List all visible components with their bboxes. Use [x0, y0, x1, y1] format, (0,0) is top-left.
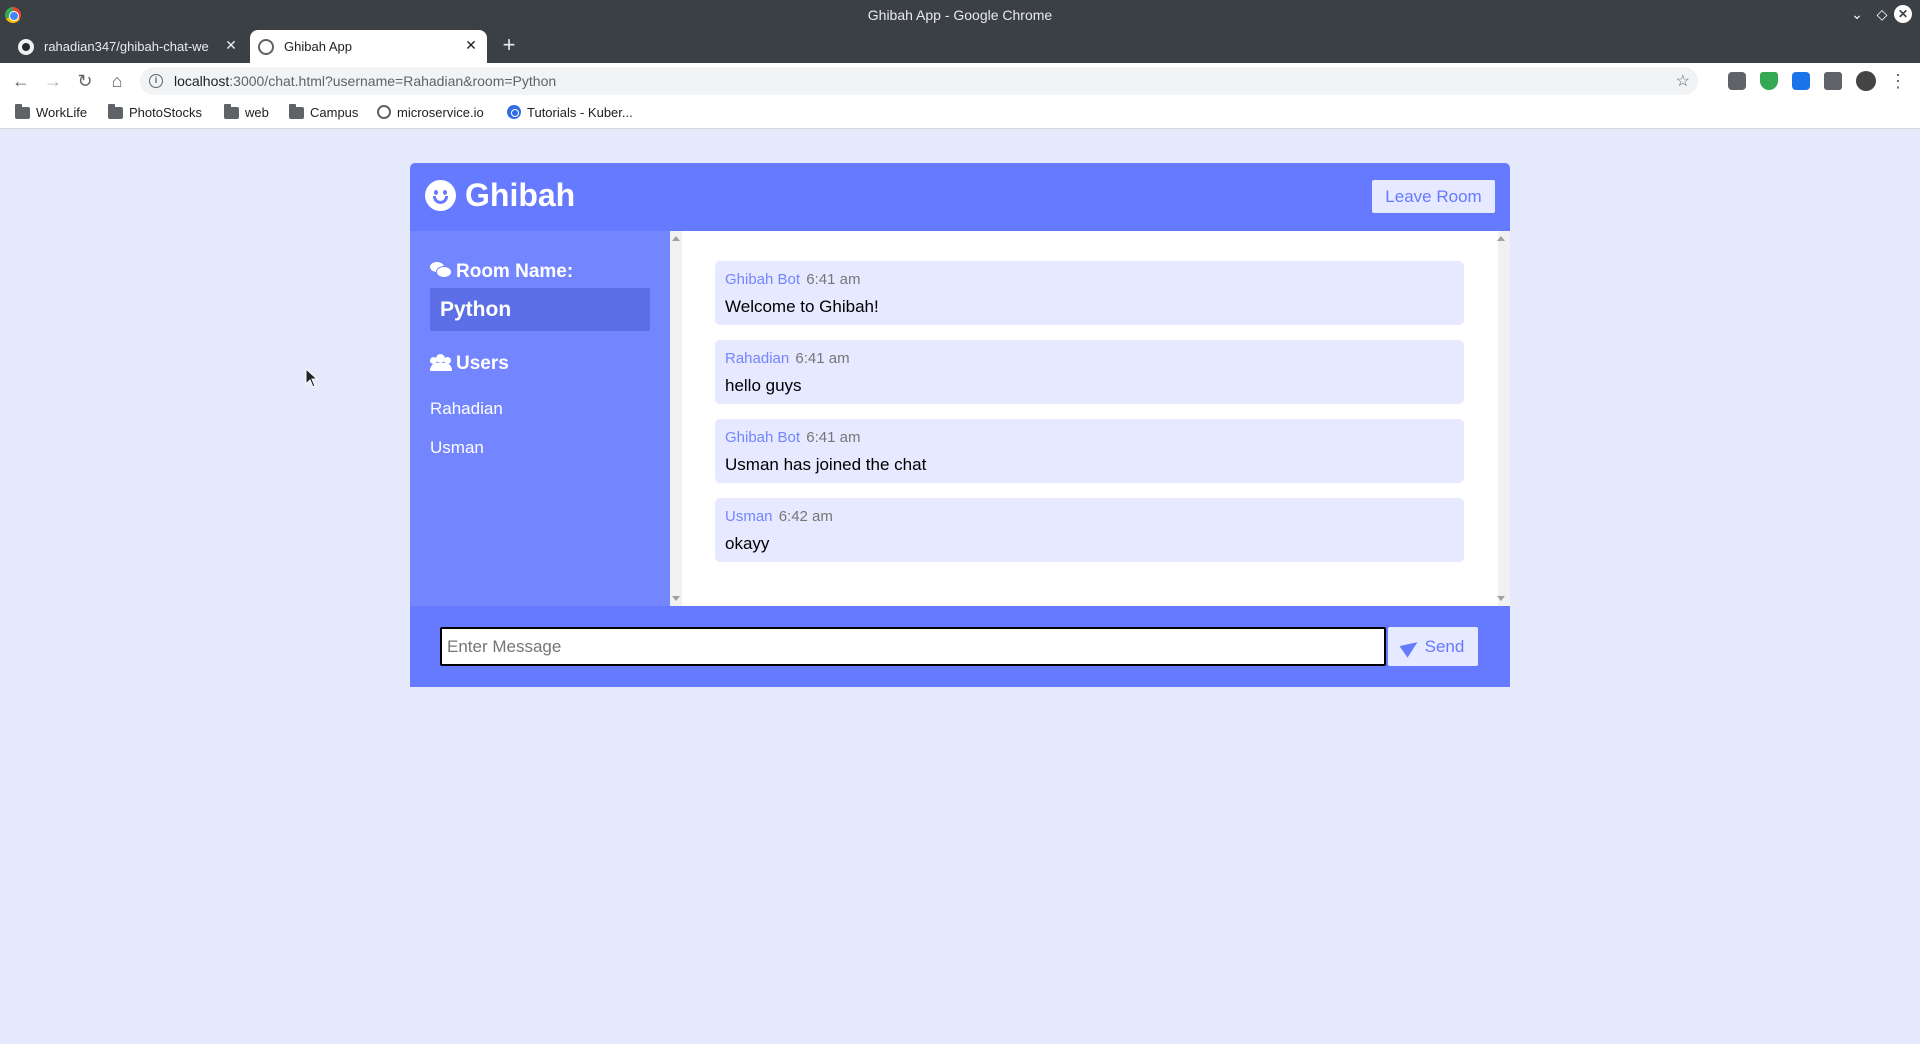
menu-kebab-icon[interactable]: ⋮ [1886, 69, 1910, 93]
bookmark-label: web [245, 105, 269, 120]
minimize-icon[interactable]: ⌄ [1847, 4, 1867, 24]
tab-ghibah-app[interactable]: Ghibah App ✕ [250, 30, 487, 63]
bookmark-star-icon[interactable]: ☆ [1676, 71, 1690, 91]
message-time: 6:41 am [806, 429, 861, 446]
tab-strip: rahadian347/ghibah-chat-we ✕ Ghibah App … [0, 29, 1920, 63]
github-icon [18, 39, 34, 55]
message: Rahadian 6:41 am hello guys [715, 340, 1464, 404]
app-title: Ghibah [465, 177, 576, 213]
message-author: Ghibah Bot [725, 271, 801, 288]
bookmark-label: PhotoStocks [129, 105, 202, 120]
url-text[interactable]: localhost:3000/chat.html?username=Rahadi… [174, 73, 556, 89]
window-titlebar: Ghibah App - Google Chrome ⌄ ◇ ✕ [0, 0, 1920, 29]
message-author: Usman [725, 508, 773, 525]
chat-container: Ghibah Leave Room Room Name: Python User… [410, 163, 1510, 687]
reload-icon[interactable]: ↻ [73, 69, 97, 93]
forward-icon[interactable]: → [41, 69, 65, 93]
comments-icon [430, 262, 452, 278]
message-input[interactable] [440, 627, 1386, 666]
left-scrollbar[interactable] [670, 231, 682, 606]
chat-header: Ghibah Leave Room [410, 163, 1510, 231]
chat-messages[interactable]: Ghibah Bot 6:41 am Welcome to Ghibah! Ra… [670, 231, 1510, 606]
bookmark-campus[interactable]: Campus [289, 104, 359, 123]
bookmark-label: microservice.io [397, 105, 484, 120]
tab-github[interactable]: rahadian347/ghibah-chat-we ✕ [10, 30, 247, 63]
extension-shield-icon[interactable] [1728, 72, 1746, 90]
message-time: 6:42 am [778, 508, 833, 525]
scroll-down-arrow-icon[interactable] [672, 596, 680, 601]
info-icon[interactable]: i [149, 74, 163, 88]
message: Ghibah Bot 6:41 am Welcome to Ghibah! [715, 261, 1464, 325]
bookmark-microservice[interactable]: microservice.io [377, 105, 484, 123]
users-heading: Users [430, 353, 509, 375]
bookmark-label: Tutorials - Kuber... [527, 105, 633, 120]
extension-adblock-icon[interactable] [1760, 72, 1778, 90]
chat-form: Send [410, 606, 1510, 687]
folder-icon [108, 104, 123, 119]
tab-label: rahadian347/ghibah-chat-we [44, 39, 209, 54]
globe-icon [258, 39, 274, 55]
scroll-up-arrow-icon[interactable] [1497, 236, 1505, 241]
message-time: 6:41 am [795, 350, 850, 367]
window-title: Ghibah App - Google Chrome [867, 7, 1053, 23]
message-meta: Ghibah Bot 6:41 am [725, 429, 860, 446]
bookmark-label: Campus [310, 105, 359, 120]
globe-icon [377, 105, 391, 119]
scroll-up-arrow-icon[interactable] [672, 236, 680, 241]
users-icon [430, 354, 452, 371]
message-meta: Rahadian 6:41 am [725, 350, 850, 367]
user-list-item: Rahadian [430, 399, 503, 418]
leave-room-button[interactable]: Leave Room [1372, 180, 1495, 213]
message-author: Rahadian [725, 350, 790, 367]
message-text: Usman has joined the chat [725, 455, 927, 474]
message-meta: Ghibah Bot 6:41 am [725, 271, 860, 288]
folder-icon [289, 104, 304, 119]
message-text: Welcome to Ghibah! [725, 297, 879, 316]
bookmark-photostocks[interactable]: PhotoStocks [108, 104, 202, 123]
address-bar[interactable]: i localhost:3000/chat.html?username=Raha… [140, 67, 1698, 95]
home-icon[interactable]: ⌂ [105, 69, 129, 93]
extensions-puzzle-icon[interactable] [1824, 72, 1842, 90]
smile-icon [425, 180, 456, 211]
send-button[interactable]: Send [1388, 627, 1478, 666]
bookmarks-bar: WorkLife PhotoStocks web Campus microser… [0, 99, 1920, 129]
send-label: Send [1424, 637, 1465, 656]
bookmark-tutorials-kubernetes[interactable]: Tutorials - Kuber... [507, 105, 633, 123]
message: Usman 6:42 am okayy [715, 498, 1464, 562]
kubernetes-icon [507, 105, 521, 119]
message: Ghibah Bot 6:41 am Usman has joined the … [715, 419, 1464, 483]
browser-toolbar: ← → ↻ ⌂ i localhost:3000/chat.html?usern… [0, 63, 1920, 99]
user-list-item: Usman [430, 438, 484, 457]
message-meta: Usman 6:42 am [725, 508, 833, 525]
close-window-icon[interactable]: ✕ [1894, 5, 1912, 23]
room-name-heading: Room Name: [430, 261, 573, 283]
tab-label: Ghibah App [284, 39, 352, 54]
room-name: Python [430, 288, 650, 331]
right-scrollbar[interactable] [1498, 231, 1510, 606]
paper-plane-icon [1399, 636, 1422, 658]
new-tab-icon[interactable]: + [497, 34, 521, 58]
url-host: localhost [174, 73, 230, 89]
close-tab-icon[interactable]: ✕ [223, 37, 239, 53]
bookmark-web[interactable]: web [224, 104, 269, 123]
maximize-icon[interactable]: ◇ [1872, 4, 1892, 24]
url-path: :3000/chat.html?username=Rahadian&room=P… [229, 73, 557, 89]
folder-icon [224, 104, 239, 119]
folder-icon [15, 104, 30, 119]
bookmark-label: WorkLife [36, 105, 88, 120]
extension-translate-icon[interactable] [1792, 72, 1810, 90]
message-author: Ghibah Bot [725, 429, 801, 446]
chat-sidebar: Room Name: Python Users Rahadian Usman [410, 231, 670, 606]
message-time: 6:41 am [806, 271, 861, 288]
users-heading-label: Users [456, 353, 509, 374]
bookmark-worklife[interactable]: WorkLife [15, 104, 88, 123]
scroll-down-arrow-icon[interactable] [1497, 596, 1505, 601]
room-heading-label: Room Name: [456, 261, 574, 282]
back-icon[interactable]: ← [9, 69, 33, 93]
message-text: okayy [725, 534, 770, 553]
profile-avatar-icon[interactable] [1856, 71, 1876, 91]
message-text: hello guys [725, 376, 802, 395]
close-tab-icon[interactable]: ✕ [463, 37, 479, 53]
